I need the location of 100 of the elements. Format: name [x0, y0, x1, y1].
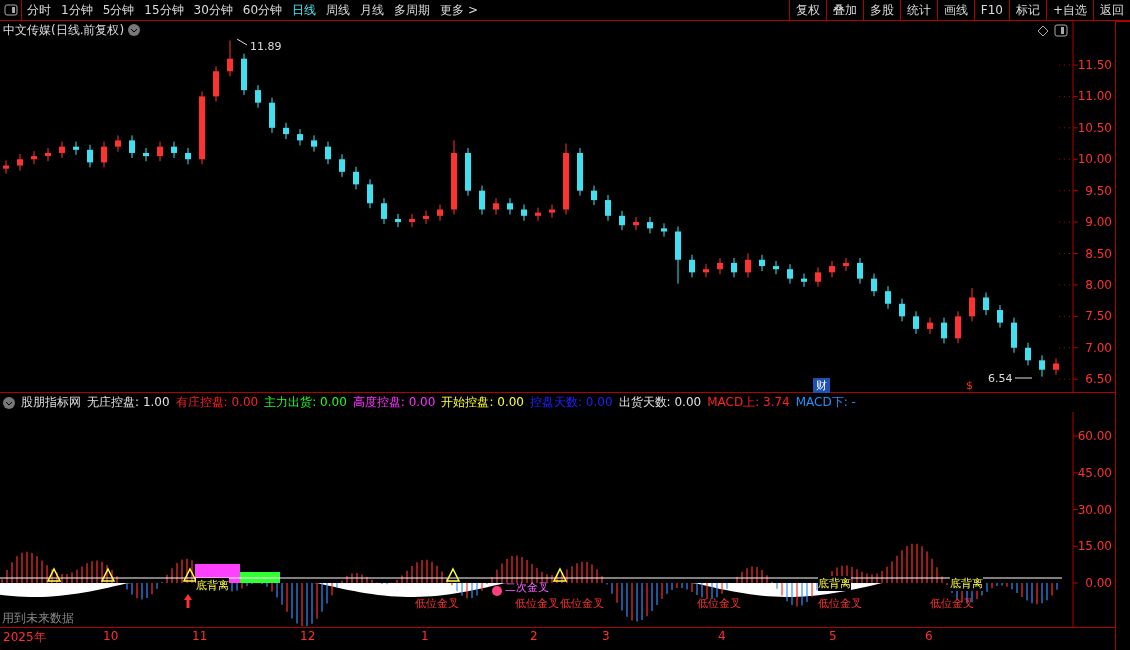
axis-label: 6.50	[1085, 372, 1112, 387]
axis-label: 8.50	[1085, 246, 1112, 261]
date-label: 6	[925, 629, 933, 643]
indicator-value: 有庄控盘: 0.00	[175, 394, 259, 411]
axis-label: 7.00	[1085, 340, 1112, 355]
candlestick	[283, 122, 289, 140]
period-tab[interactable]: 1分钟	[56, 0, 98, 20]
indicator-value: 开始控盘: 0.00	[441, 394, 524, 411]
period-tab[interactable]: 15分钟	[139, 0, 189, 20]
axis-label: 60.00	[1077, 429, 1112, 443]
finance-badge[interactable]: 财	[813, 378, 830, 393]
period-tab[interactable]: 月线	[355, 0, 390, 20]
signal-label: 底背离	[818, 576, 851, 591]
axis-label: 10.50	[1077, 120, 1112, 135]
period-tab[interactable]: 60分钟	[237, 0, 288, 20]
panel-toggle-icon[interactable]	[1054, 24, 1068, 37]
date-label: 12	[300, 629, 316, 643]
candlestick	[311, 134, 317, 153]
axis-label: 11.50	[1077, 58, 1112, 72]
candlestick	[381, 197, 387, 225]
candlestick	[213, 65, 219, 102]
ball-icon	[492, 586, 502, 596]
period-tab[interactable]: 周线	[321, 0, 356, 20]
candlestick	[969, 287, 975, 322]
candlestick	[983, 291, 989, 316]
candlestick	[619, 210, 625, 231]
candlestick	[577, 147, 583, 197]
candlestick	[773, 260, 779, 275]
candlestick	[143, 147, 149, 162]
axis-label: 10.00	[1077, 152, 1112, 167]
candlestick	[45, 147, 51, 162]
candlestick	[1025, 342, 1031, 366]
candlestick	[339, 153, 345, 178]
axis-label: 9.50	[1085, 183, 1112, 198]
candlestick	[493, 197, 499, 216]
candlestick	[241, 53, 247, 96]
candlestick	[87, 144, 93, 168]
candlestick	[171, 141, 177, 159]
candlestick	[395, 213, 401, 228]
signal-label: 低位金叉	[818, 596, 862, 611]
date-label: 4	[718, 629, 726, 643]
candlestick	[605, 194, 611, 222]
signal-label: 底背离	[196, 578, 229, 593]
indicator-value: 高度控盘: 0.00	[352, 394, 436, 411]
axis-label: 30.00	[1077, 502, 1112, 517]
candlestick	[717, 257, 723, 275]
candlestick	[703, 263, 709, 278]
candlestick	[661, 222, 667, 238]
warning-note: 用到未来数据	[2, 610, 74, 627]
candlestick	[815, 266, 821, 288]
indicator-value: 控盘天数: 0.00	[529, 394, 613, 411]
candlestick	[1053, 357, 1059, 376]
period-tab[interactable]: 日线	[287, 0, 322, 20]
candlestick	[745, 253, 751, 278]
axis-label: 45.00	[1077, 465, 1112, 480]
period-tab[interactable]: 30分钟	[188, 0, 238, 20]
dropdown-icon[interactable]	[3, 396, 15, 409]
signal-label: 低位金叉	[930, 596, 974, 611]
dropdown-icon[interactable]	[128, 24, 140, 36]
date-label: 11	[192, 629, 208, 643]
axis-label: 11.00	[1077, 89, 1112, 104]
candlestick	[31, 150, 37, 165]
candlestick	[437, 204, 443, 222]
candlestick	[1039, 354, 1045, 378]
candlestick	[591, 185, 597, 206]
candlestick	[1011, 317, 1017, 354]
date-label: 5	[829, 629, 837, 643]
indicator-value: MACD下: -	[795, 394, 856, 411]
dividend-mark[interactable]: $	[966, 379, 973, 392]
candlestick	[521, 204, 527, 222]
period-tab[interactable]: 更多 >	[435, 0, 483, 20]
candlestick	[857, 257, 863, 285]
period-tab[interactable]: 分时	[22, 0, 56, 20]
period-tab[interactable]: 5分钟	[97, 0, 140, 20]
indicator-value: 主力出货: 0.00	[264, 394, 347, 411]
indicator-value: MACD上: 3.74	[707, 394, 790, 411]
candlestick	[633, 216, 639, 231]
candlestick	[647, 216, 653, 234]
candlestick	[465, 147, 471, 197]
indicator-value: 出货天数: 0.00	[618, 394, 702, 411]
candlestick	[829, 260, 835, 278]
candlestick	[269, 97, 275, 134]
up-arrow-icon	[184, 594, 192, 608]
candlestick	[871, 273, 877, 297]
axis-label: 0.00	[1085, 576, 1112, 590]
high-leader-line	[236, 38, 248, 46]
date-label: 2	[530, 629, 538, 643]
candlestick	[353, 166, 359, 190]
candlestick	[255, 84, 261, 109]
period-tab[interactable]: 多周期	[389, 0, 436, 20]
candlestick	[17, 153, 23, 172]
candlestick	[3, 160, 9, 175]
axis-label: 9.00	[1085, 215, 1112, 230]
candlestick	[101, 141, 107, 168]
signal-label: 低位金叉	[415, 596, 459, 611]
high-price-label: 11.89	[250, 40, 282, 53]
date-label: 2025年	[3, 629, 46, 646]
diamond-icon[interactable]	[1037, 25, 1049, 37]
triangle-icon	[100, 567, 116, 582]
triangle-icon	[182, 567, 198, 582]
